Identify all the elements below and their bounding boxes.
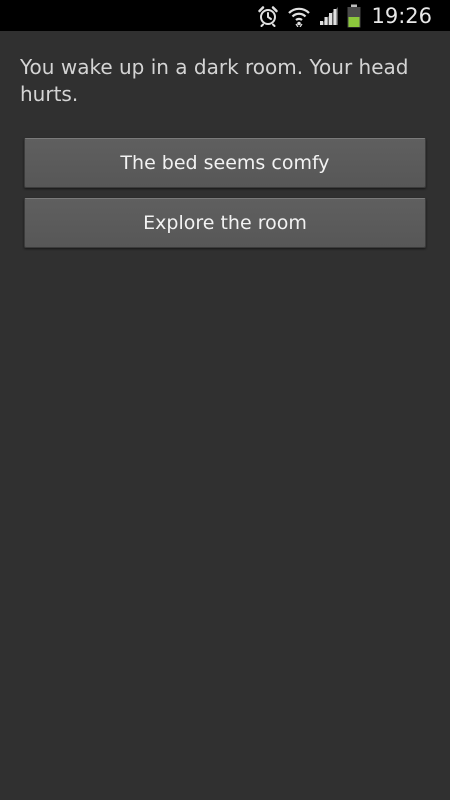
wifi-icon [287, 5, 311, 27]
story-text: You wake up in a dark room. Your head hu… [20, 55, 409, 106]
game-screen: You wake up in a dark room. Your head hu… [0, 31, 450, 800]
status-bar: 19:26 [0, 0, 450, 31]
status-icons: 19:26 [257, 0, 432, 31]
alarm-icon [257, 5, 279, 27]
clock: 19:26 [371, 3, 432, 28]
choice-button-bed[interactable]: The bed seems comfy [24, 138, 426, 188]
battery-icon [347, 4, 361, 28]
choice-button-explore[interactable]: Explore the room [24, 198, 426, 248]
signal-icon [319, 6, 339, 26]
